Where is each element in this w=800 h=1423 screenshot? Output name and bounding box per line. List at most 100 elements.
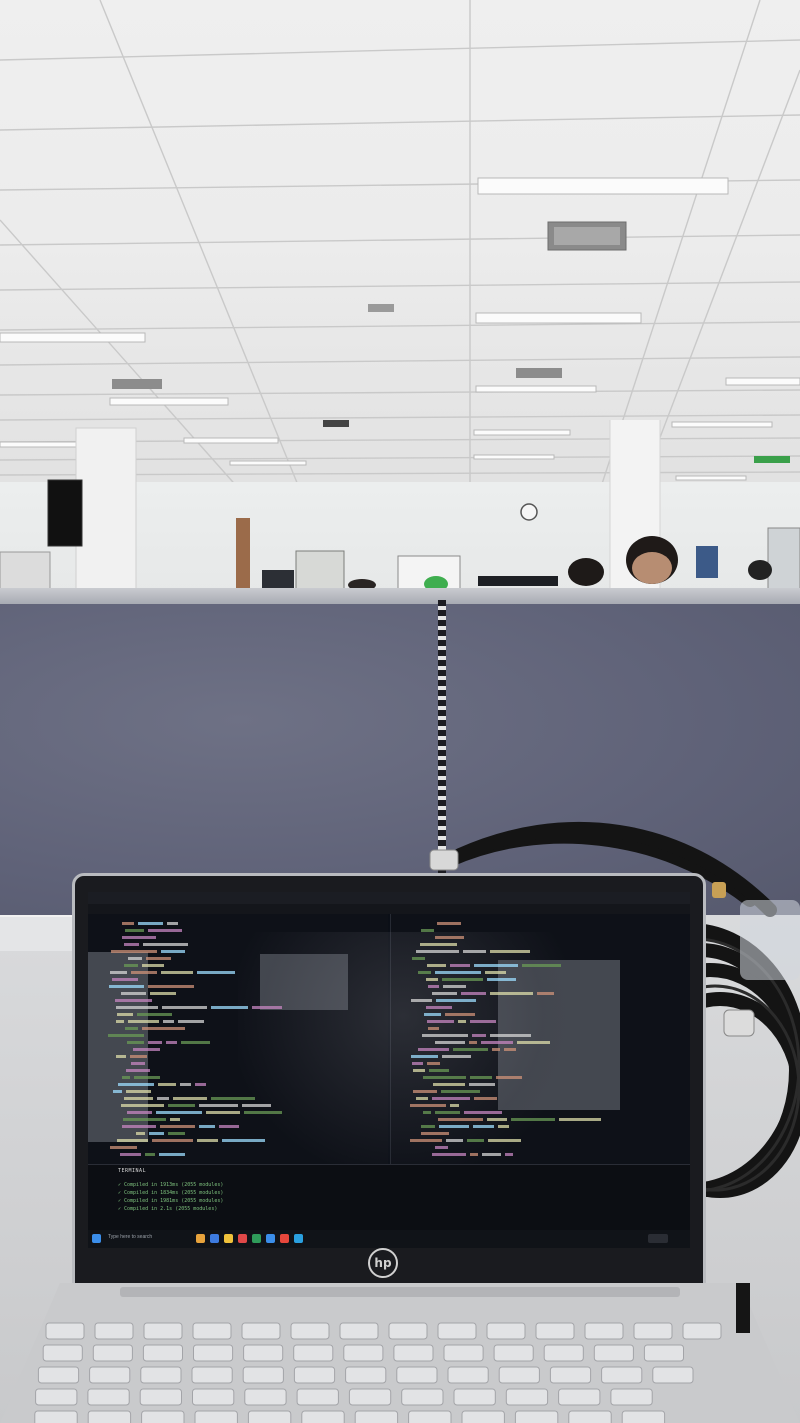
code-token [559, 1118, 601, 1121]
code-token [410, 1139, 442, 1142]
keyboard-key [296, 1388, 339, 1406]
code-token [109, 985, 144, 988]
code-token [422, 1034, 468, 1037]
door [236, 518, 250, 592]
code-token [467, 1139, 484, 1142]
keyboard-key [193, 1344, 234, 1362]
ceiling-light [475, 385, 597, 393]
code-token [112, 978, 138, 981]
code-token [161, 950, 185, 953]
code-token [122, 1076, 130, 1079]
code-token [124, 1097, 153, 1100]
vscode-icon[interactable] [294, 1234, 303, 1243]
chrome-icon[interactable] [280, 1234, 289, 1243]
terminal-line: ✓ Compiled in 1981ms (2055 modules) [118, 1198, 224, 1204]
keyboard-key [293, 1344, 334, 1362]
code-token [110, 1146, 137, 1149]
keyboard-key [94, 1322, 134, 1340]
keyboard-key [35, 1388, 78, 1406]
code-token [446, 1139, 463, 1142]
code-token [195, 1083, 206, 1086]
keyboard-key [568, 1410, 612, 1423]
keyboard-key [593, 1344, 634, 1362]
code-token [148, 929, 182, 932]
keyboard-key [243, 1344, 284, 1362]
laptop-screen: TERMINAL ✓ Compiled in 1913ms (2055 modu… [88, 892, 690, 1248]
keyboard-key [339, 1322, 379, 1340]
code-token [438, 1118, 483, 1121]
keyboard-key [514, 1410, 559, 1423]
code-token [121, 992, 146, 995]
ceiling-light [109, 397, 229, 406]
code-token [421, 1132, 449, 1135]
keyboard-key [493, 1344, 534, 1362]
code-token [116, 1055, 126, 1058]
code-token [481, 1041, 513, 1044]
code-token [482, 1153, 501, 1156]
code-token [136, 1132, 145, 1135]
code-token [492, 1048, 500, 1051]
ceiling-light [477, 177, 729, 195]
code-token [423, 1076, 466, 1079]
keyboard-key [87, 1410, 132, 1423]
code-token [420, 943, 457, 946]
keyboard-key [437, 1322, 477, 1340]
keyboard-key [247, 1410, 292, 1423]
code-token [473, 1125, 494, 1128]
glass-door [767, 527, 800, 591]
cable-connector [723, 1009, 755, 1037]
code-token [522, 964, 561, 967]
app-icon[interactable] [266, 1234, 275, 1243]
code-token [416, 1097, 428, 1100]
keyboard-key [37, 1366, 80, 1384]
keyboard-key [393, 1344, 434, 1362]
keyboard-key [505, 1388, 549, 1406]
code-token [157, 1097, 169, 1100]
windows-start-icon[interactable] [92, 1234, 101, 1243]
code-token [170, 1118, 180, 1121]
code-token [453, 1048, 488, 1051]
app-icon[interactable] [252, 1234, 261, 1243]
clock-tray[interactable] [648, 1234, 668, 1243]
folder-icon[interactable] [224, 1234, 233, 1243]
code-token [470, 1020, 496, 1023]
keyboard-key [601, 1366, 643, 1384]
code-token [244, 1111, 282, 1114]
browser-icon[interactable] [238, 1234, 247, 1243]
code-token [537, 992, 554, 995]
code-token [437, 922, 461, 925]
keyboard-key [141, 1410, 185, 1423]
code-token [432, 1097, 470, 1100]
code-token [428, 985, 439, 988]
taskbar-search[interactable]: Type here to search [108, 1234, 152, 1240]
code-token [206, 1111, 240, 1114]
code-token [181, 1041, 210, 1044]
code-token [498, 1125, 509, 1128]
ceiling-light [475, 312, 642, 324]
keyboard-key [396, 1366, 438, 1384]
code-token [143, 943, 188, 946]
code-token [122, 922, 134, 925]
hp-logo: hp [368, 1248, 398, 1278]
keyboard-key [194, 1410, 238, 1423]
code-token [128, 957, 142, 960]
code-token [441, 1090, 480, 1093]
keyboard-key [89, 1366, 131, 1384]
terminal-tab[interactable]: TERMINAL [118, 1168, 146, 1174]
code-token [410, 1104, 446, 1107]
code-token [116, 1006, 158, 1009]
code-token [162, 1006, 207, 1009]
keyboard-key [652, 1366, 694, 1384]
code-token [435, 971, 481, 974]
code-token [464, 1111, 502, 1114]
code-token [152, 1139, 193, 1142]
code-token [173, 1097, 207, 1100]
code-token [421, 929, 434, 932]
code-token [469, 1041, 477, 1044]
code-token [435, 936, 464, 939]
code-token [412, 1062, 423, 1065]
terminal-line: ✓ Compiled in 1834ms (2055 modules) [118, 1190, 224, 1196]
app-icon[interactable] [210, 1234, 219, 1243]
app-icon[interactable] [196, 1234, 205, 1243]
keyboard-key [192, 1388, 235, 1406]
